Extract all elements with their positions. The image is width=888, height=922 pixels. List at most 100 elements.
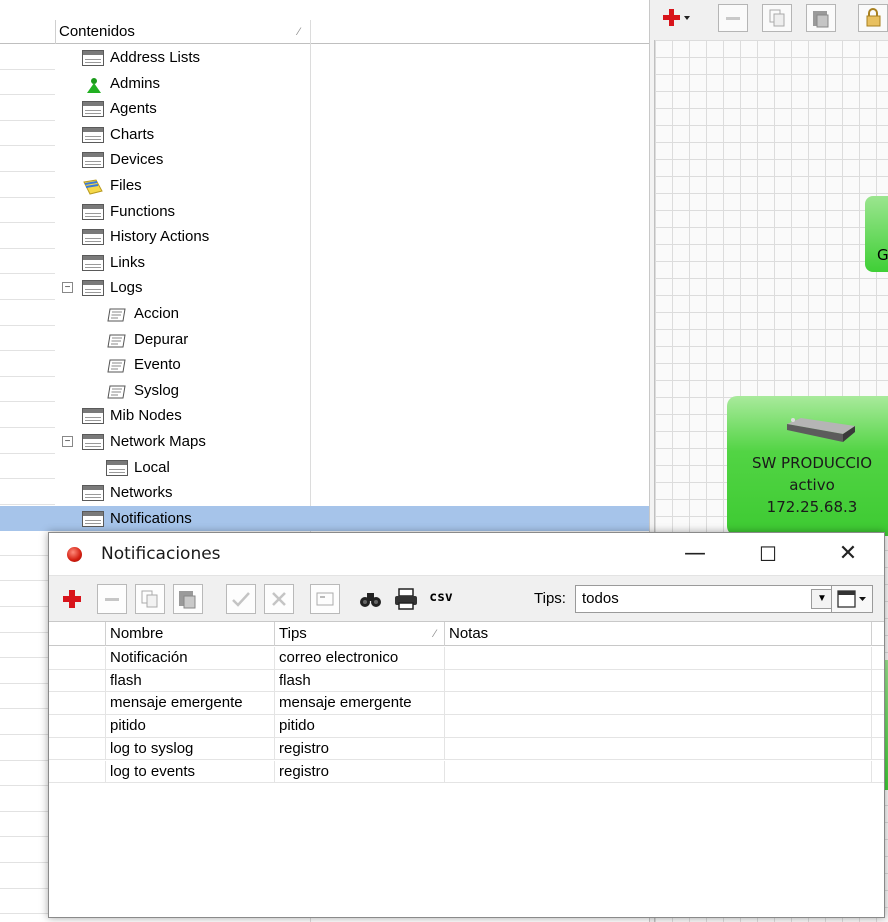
map-node-partial[interactable]: G — [865, 196, 888, 272]
lock-icon — [866, 8, 881, 27]
collapse-icon[interactable]: − — [62, 435, 73, 447]
tree-item-label: History Actions — [110, 228, 210, 246]
tree-item-logs[interactable]: − Logs — [0, 275, 649, 301]
tree-item-network-maps[interactable]: − Network Maps — [0, 429, 649, 455]
enable-button[interactable] — [226, 584, 256, 614]
remove-button[interactable] — [97, 584, 127, 614]
row-marker-cell — [49, 692, 106, 716]
table-row[interactable]: log to events registro — [49, 760, 884, 784]
cell-tips: correo electronico — [275, 647, 445, 670]
checkmark-icon — [232, 592, 250, 607]
grid-header: Nombre Tips ⁄ Notas — [49, 622, 884, 646]
map-toolbar — [650, 0, 888, 40]
cell-tips: registro — [275, 737, 445, 761]
tree-item-address-lists[interactable]: Address Lists — [0, 45, 649, 71]
columns-chooser-button[interactable] — [831, 585, 873, 613]
minimize-button[interactable]: — — [666, 533, 724, 575]
paste-icon — [179, 591, 196, 609]
table-icon — [106, 459, 128, 476]
column-header-label: Notas — [449, 625, 489, 642]
tree-item-syslog[interactable]: Syslog — [0, 378, 649, 404]
tree-item-networks[interactable]: Networks — [0, 480, 649, 506]
tree-item-evento[interactable]: Evento — [0, 352, 649, 378]
comment-icon — [316, 592, 334, 606]
table-row[interactable]: pitido pitido — [49, 715, 884, 738]
add-button[interactable] — [57, 584, 87, 614]
row-marker-cell — [49, 760, 106, 784]
find-button[interactable] — [355, 584, 385, 614]
tree-item-links[interactable]: Links — [0, 250, 649, 276]
row-marker-cell — [49, 715, 106, 738]
map-add-button[interactable] — [660, 4, 690, 32]
add-icon — [663, 9, 690, 26]
tree-item-label: Networks — [110, 484, 173, 502]
map-node-name: SW PRODUCCIO — [751, 454, 873, 472]
maximize-button[interactable]: ☐ — [739, 533, 797, 575]
tree-item-label: Network Maps — [110, 432, 206, 450]
tree-item-label: Syslog — [134, 381, 180, 399]
dialog-toolbar: csv Tips: todos ▼ — [49, 575, 884, 621]
table-icon — [82, 485, 104, 502]
tree-item-files[interactable]: Files — [0, 173, 649, 199]
close-button[interactable]: ✕ — [819, 533, 877, 575]
table-icon — [82, 280, 104, 297]
tree-item-devices[interactable]: Devices — [0, 147, 649, 173]
table-row[interactable]: log to syslog registro — [49, 737, 884, 761]
cell-tips: mensaje emergente — [275, 692, 445, 716]
map-lock-button[interactable] — [858, 4, 888, 32]
table-icon — [82, 408, 104, 425]
tree-item-functions[interactable]: Functions — [0, 199, 649, 225]
tree-item-history-actions[interactable]: History Actions — [0, 224, 649, 250]
dialog-titlebar[interactable]: Notificaciones — ☐ ✕ — [49, 533, 884, 575]
tree-item-depurar[interactable]: Depurar — [0, 327, 649, 353]
table-row[interactable]: mensaje emergente mensaje emergente — [49, 692, 884, 716]
tree-header-label: Contenidos — [59, 23, 135, 40]
tree-item-label: Depurar — [134, 330, 189, 348]
tree-item-charts[interactable]: Charts — [0, 122, 649, 148]
csv-export-button[interactable]: csv — [423, 584, 459, 614]
notificaciones-dialog: Notificaciones — ☐ ✕ csv Tips: todos ▼ N… — [48, 532, 885, 918]
row-marker-cell — [49, 647, 106, 670]
x-icon — [272, 592, 286, 606]
column-header-notas[interactable]: Notas — [445, 622, 872, 646]
map-node-partial-label: G — [877, 246, 888, 264]
table-row[interactable]: flash flash — [49, 669, 884, 693]
paste-button[interactable] — [173, 584, 203, 614]
tree-item-accion[interactable]: Accion — [0, 301, 649, 327]
collapse-icon[interactable]: − — [62, 282, 73, 294]
map-copy-button[interactable] — [762, 4, 792, 32]
tree-item-admins[interactable]: Admins — [0, 71, 649, 97]
tree-item-label: Charts — [110, 125, 155, 143]
log-icon — [106, 332, 128, 348]
tree-item-agents[interactable]: Agents — [0, 96, 649, 122]
tree-item-local[interactable]: Local — [0, 455, 649, 481]
table-icon — [82, 152, 104, 169]
comment-button[interactable] — [310, 584, 340, 614]
map-node-sw-produccion[interactable]: SW PRODUCCIO activo 172.25.68.3 — [727, 396, 888, 536]
table-row[interactable]: Notificación correo electronico — [49, 647, 884, 670]
map-remove-button[interactable] — [718, 4, 748, 32]
minus-icon — [105, 598, 119, 601]
cell-tips: registro — [275, 760, 445, 784]
column-header-tips[interactable]: Tips ⁄ — [275, 622, 445, 646]
tips-filter-select[interactable]: todos ▼ — [575, 585, 837, 613]
app-icon — [67, 547, 82, 562]
disable-button[interactable] — [264, 584, 294, 614]
admin-user-icon — [82, 76, 104, 93]
dropdown-arrow-icon[interactable]: ▼ — [811, 589, 833, 609]
column-header-nombre[interactable]: Nombre — [106, 622, 275, 646]
tree-header-contenidos[interactable]: Contenidos ⁄ — [56, 20, 311, 44]
dialog-title: Notificaciones — [101, 544, 221, 564]
map-paste-button[interactable] — [806, 4, 836, 32]
map-node-status: activo — [789, 476, 835, 494]
column-header-label: Nombre — [110, 625, 164, 642]
print-button[interactable] — [391, 584, 421, 614]
copy-button[interactable] — [135, 584, 165, 614]
map-node-ip: 172.25.68.3 — [766, 498, 858, 516]
cell-notas — [445, 715, 872, 738]
tree-item-notifications[interactable]: Notifications — [0, 505, 649, 532]
table-icon — [82, 101, 104, 118]
column-header-label: Tips — [279, 625, 307, 642]
tree-item-mib-nodes[interactable]: Mib Nodes — [0, 403, 649, 429]
files-icon — [82, 178, 104, 195]
